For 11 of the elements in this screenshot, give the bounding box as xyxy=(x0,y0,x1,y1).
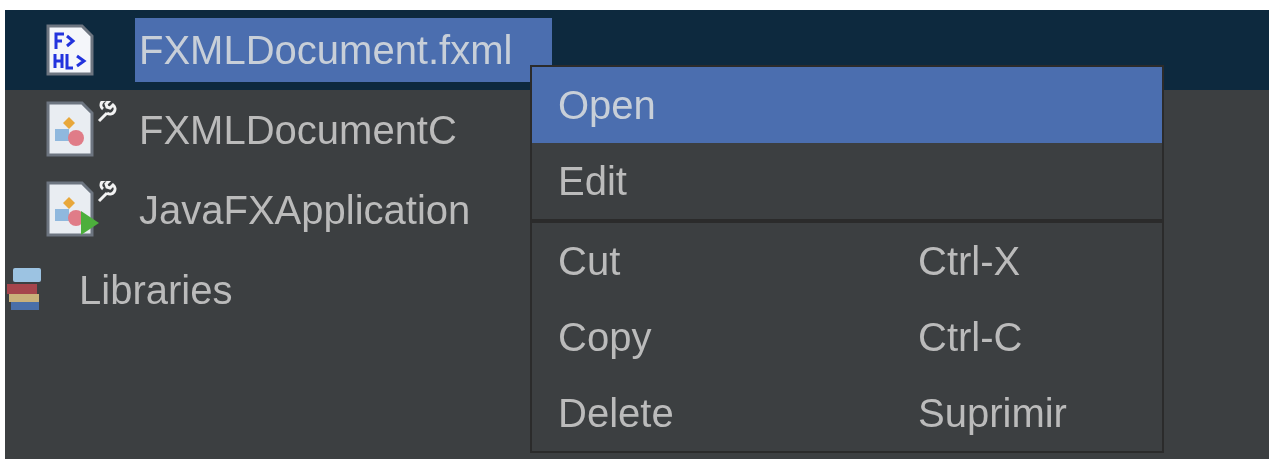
tree-item-label: JavaFXApplication xyxy=(138,187,472,234)
menu-item-label: Edit xyxy=(558,161,628,201)
shortcut-label: Ctrl-C xyxy=(918,317,1023,357)
tree-item-label: Libraries xyxy=(78,267,234,314)
menu-item-label: Copy xyxy=(558,317,653,357)
menu-item-label: Delete xyxy=(558,393,675,433)
menu-item-label: Cut xyxy=(558,241,622,281)
shortcut-label: Suprimir xyxy=(918,393,1067,433)
tree-item-label: FXMLDocumentC xyxy=(138,107,458,154)
shortcut-label: Ctrl-X xyxy=(918,241,1021,281)
tree-item-label: FXMLDocument.fxml xyxy=(135,18,553,82)
